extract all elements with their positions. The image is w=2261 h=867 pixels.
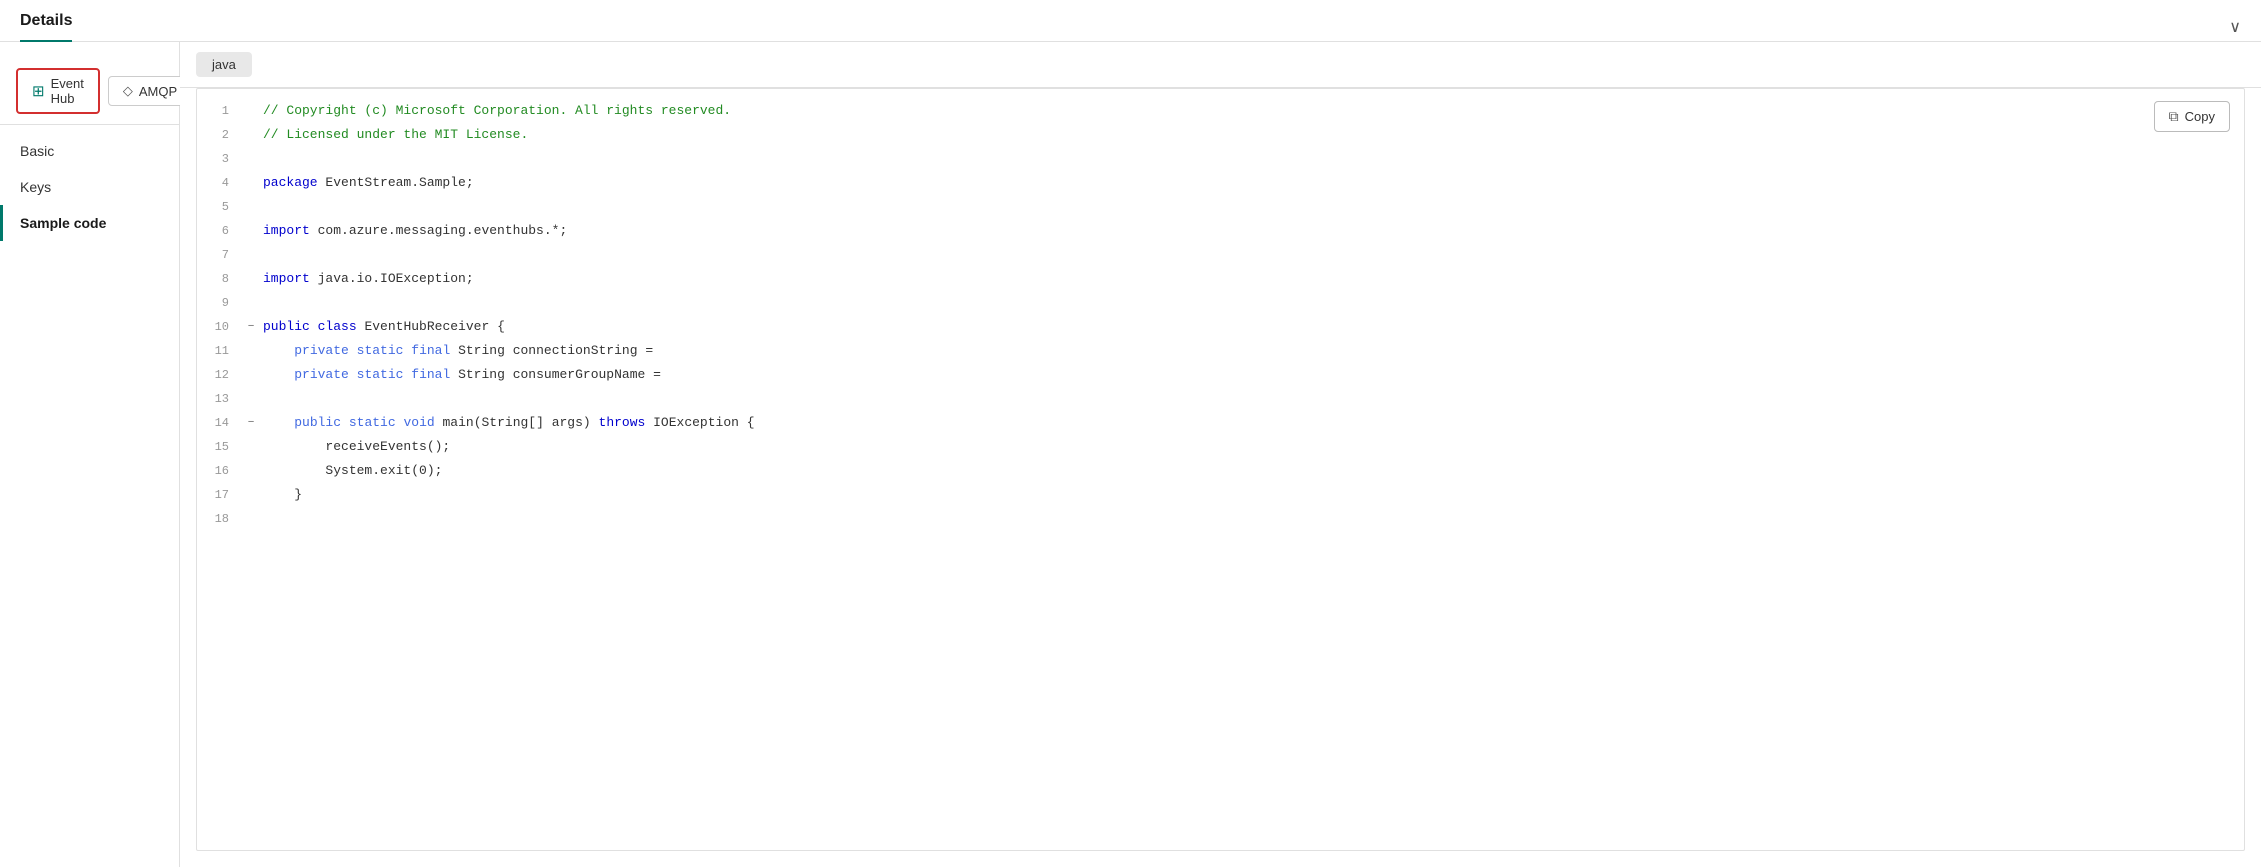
line-content-9 — [259, 291, 2244, 315]
code-line-4: 4 package EventStream.Sample; — [197, 171, 2244, 195]
details-header: Details ∨ — [0, 0, 2261, 42]
line-content-1: // Copyright (c) Microsoft Corporation. … — [259, 99, 2244, 123]
line-num-4: 4 — [197, 171, 243, 195]
language-tab-java[interactable]: java — [196, 52, 252, 77]
tab-amqp-label: AMQP — [139, 84, 177, 99]
nav-keys-label: Keys — [20, 179, 51, 195]
code-line-7: 7 — [197, 243, 2244, 267]
copy-button-label: Copy — [2185, 109, 2215, 124]
code-block-container: ⧉ Copy 1 // Copyright (c) Microsoft Corp… — [196, 88, 2245, 851]
nav-basic-label: Basic — [20, 143, 54, 159]
code-line-1: 1 // Copyright (c) Microsoft Corporation… — [197, 99, 2244, 123]
line-num-10: 10 — [197, 315, 243, 339]
code-line-2: 2 // Licensed under the MIT License. — [197, 123, 2244, 147]
code-line-18: 18 — [197, 507, 2244, 531]
page-container: Details ∨ ⊞ Event Hub ◇ AMQP ⚙ Kafka — [0, 0, 2261, 867]
line-content-18 — [259, 507, 2244, 531]
line-content-3 — [259, 147, 2244, 171]
line-num-12: 12 — [197, 363, 243, 387]
line-content-13 — [259, 387, 2244, 411]
code-line-16: 16 System.exit(0); — [197, 459, 2244, 483]
line-content-6: import com.azure.messaging.eventhubs.*; — [259, 219, 2244, 243]
sidebar: ⊞ Event Hub ◇ AMQP ⚙ Kafka Basic Key — [0, 42, 180, 867]
line-content-12: private static final String consumerGrou… — [259, 363, 2244, 387]
line-num-15: 15 — [197, 435, 243, 459]
line-content-5 — [259, 195, 2244, 219]
line-num-6: 6 — [197, 219, 243, 243]
line-num-2: 2 — [197, 123, 243, 147]
code-line-17: 17 } — [197, 483, 2244, 507]
chevron-down-icon[interactable]: ∨ — [2229, 17, 2241, 37]
nav-basic[interactable]: Basic — [0, 133, 179, 169]
code-line-13: 13 — [197, 387, 2244, 411]
line-num-3: 3 — [197, 147, 243, 171]
line-num-8: 8 — [197, 267, 243, 291]
line-num-17: 17 — [197, 483, 243, 507]
language-tab-bar: java — [180, 42, 2261, 88]
event-hub-icon: ⊞ — [32, 82, 45, 100]
code-line-15: 15 receiveEvents(); — [197, 435, 2244, 459]
tab-event-hub[interactable]: ⊞ Event Hub — [16, 68, 100, 114]
line-content-4: package EventStream.Sample; — [259, 171, 2244, 195]
amqp-icon: ◇ — [123, 83, 133, 99]
line-fold-14[interactable]: − — [243, 411, 259, 435]
line-fold-10[interactable]: − — [243, 315, 259, 339]
line-content-2: // Licensed under the MIT License. — [259, 123, 2244, 147]
line-content-17: } — [259, 483, 2244, 507]
content-area: java ⧉ Copy 1 // Copyright (c) Microsoft… — [180, 42, 2261, 867]
code-line-12: 12 private static final String consumerG… — [197, 363, 2244, 387]
line-content-16: System.exit(0); — [259, 459, 2244, 483]
line-num-16: 16 — [197, 459, 243, 483]
line-num-7: 7 — [197, 243, 243, 267]
nav-keys[interactable]: Keys — [0, 169, 179, 205]
code-line-3: 3 — [197, 147, 2244, 171]
line-num-18: 18 — [197, 507, 243, 531]
main-content: ⊞ Event Hub ◇ AMQP ⚙ Kafka Basic Key — [0, 42, 2261, 867]
line-num-13: 13 — [197, 387, 243, 411]
line-content-14: public static void main(String[] args) t… — [259, 411, 2244, 435]
line-num-5: 5 — [197, 195, 243, 219]
code-line-8: 8 import java.io.IOException; — [197, 267, 2244, 291]
details-title: Details — [20, 12, 72, 42]
copy-icon: ⧉ — [2169, 108, 2179, 125]
code-line-5: 5 — [197, 195, 2244, 219]
copy-button[interactable]: ⧉ Copy — [2154, 101, 2230, 132]
code-line-9: 9 — [197, 291, 2244, 315]
line-num-11: 11 — [197, 339, 243, 363]
line-num-9: 9 — [197, 291, 243, 315]
line-content-11: private static final String connectionSt… — [259, 339, 2244, 363]
nav-sample-code[interactable]: Sample code — [0, 205, 179, 241]
code-line-6: 6 import com.azure.messaging.eventhubs.*… — [197, 219, 2244, 243]
code-block: 1 // Copyright (c) Microsoft Corporation… — [197, 89, 2244, 541]
line-content-10: public class EventHubReceiver { — [259, 315, 2244, 339]
code-line-14: 14 − public static void main(String[] ar… — [197, 411, 2244, 435]
code-line-10: 10 − public class EventHubReceiver { — [197, 315, 2244, 339]
line-num-1: 1 — [197, 99, 243, 123]
line-content-7 — [259, 243, 2244, 267]
line-content-8: import java.io.IOException; — [259, 267, 2244, 291]
nav-sample-code-label: Sample code — [20, 215, 106, 231]
protocol-tabs: ⊞ Event Hub ◇ AMQP ⚙ Kafka — [0, 58, 179, 125]
nav-items: Basic Keys Sample code — [0, 125, 179, 249]
code-line-11: 11 private static final String connectio… — [197, 339, 2244, 363]
tab-event-hub-label: Event Hub — [51, 76, 84, 106]
line-content-15: receiveEvents(); — [259, 435, 2244, 459]
line-num-14: 14 — [197, 411, 243, 435]
